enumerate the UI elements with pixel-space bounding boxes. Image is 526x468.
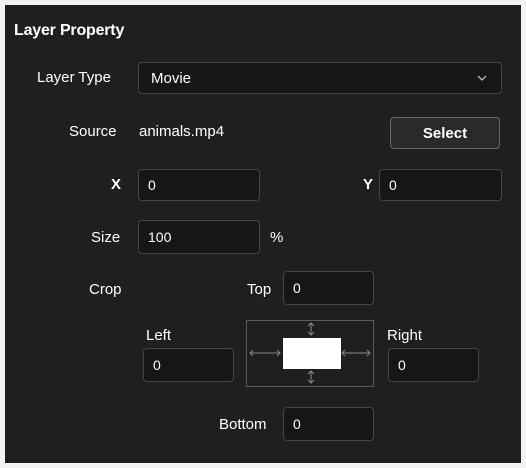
crop-top-input[interactable]: [283, 271, 374, 305]
crop-preview: [246, 320, 374, 387]
crop-right-input-text[interactable]: [398, 357, 469, 373]
crop-left-label: Left: [146, 327, 172, 344]
crop-bottom-label: Bottom: [219, 416, 267, 433]
crop-right-label: Right: [387, 327, 423, 344]
select-source-button[interactable]: Select: [390, 117, 500, 149]
crop-top-label: Top: [247, 281, 272, 298]
crop-label: Crop: [89, 281, 122, 298]
layer-property-panel: Layer Property Layer Type Movie Source a…: [5, 5, 521, 463]
chevron-down-icon: [475, 71, 489, 85]
panel-title: Layer Property: [14, 22, 125, 39]
y-input[interactable]: [379, 169, 502, 201]
crop-bottom-input-text[interactable]: [293, 416, 364, 432]
source-filename: animals.mp4: [139, 123, 225, 140]
x-input[interactable]: [138, 169, 260, 201]
size-input[interactable]: [138, 220, 260, 254]
x-input-text[interactable]: [148, 177, 250, 193]
layer-type-dropdown[interactable]: Movie: [138, 62, 502, 94]
crop-left-input[interactable]: [143, 348, 234, 382]
crop-bottom-input[interactable]: [283, 407, 374, 441]
crop-region: [283, 338, 341, 369]
x-label: X: [111, 176, 122, 193]
crop-left-input-text[interactable]: [153, 357, 224, 373]
crop-right-input[interactable]: [388, 348, 479, 382]
size-label: Size: [91, 229, 121, 246]
layer-type-value: Movie: [151, 69, 192, 87]
layer-type-label: Layer Type: [37, 69, 111, 86]
size-unit: %: [270, 229, 284, 246]
y-input-text[interactable]: [389, 177, 492, 193]
y-label: Y: [363, 176, 374, 193]
crop-top-input-text[interactable]: [293, 280, 364, 296]
size-input-text[interactable]: [148, 229, 250, 245]
source-label: Source: [69, 123, 117, 140]
